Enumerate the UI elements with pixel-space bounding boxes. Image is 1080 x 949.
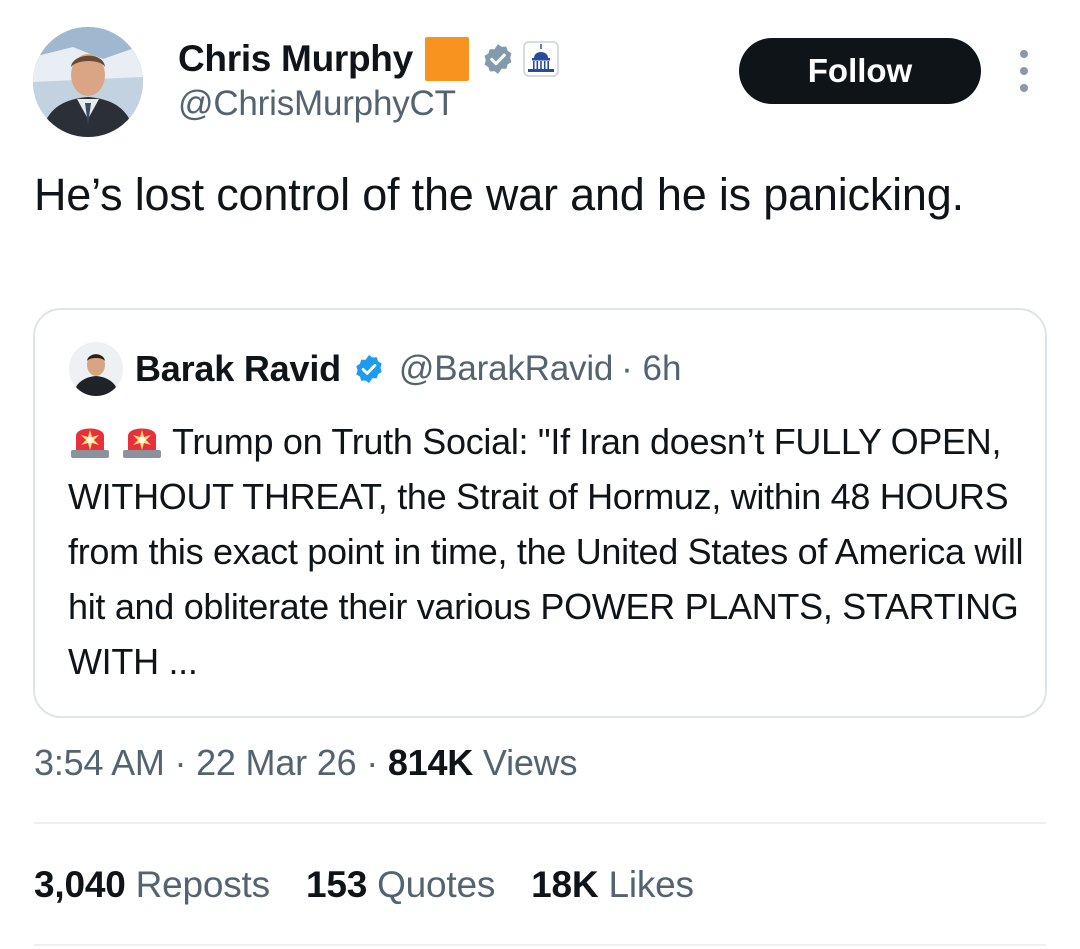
quotes-count: 153: [305, 864, 368, 905]
quoted-tweet-card[interactable]: Barak Ravid @BarakRavid · 6h Trump on Tr…: [33, 308, 1047, 718]
capitol-building-icon: [523, 41, 559, 77]
likes-label: Likes: [608, 864, 694, 905]
reposts-label: Reposts: [135, 864, 271, 905]
quoted-author-avatar[interactable]: [69, 342, 123, 396]
author-display-name[interactable]: Chris Murphy: [178, 38, 413, 80]
meta-separator: ·: [366, 742, 379, 783]
engagement-stats: 3,040 Reposts 153 Quotes 18K Likes: [34, 864, 730, 906]
tweet-date[interactable]: 22 Mar 26: [196, 742, 356, 783]
quoted-author-name[interactable]: Barak Ravid: [135, 348, 341, 390]
follow-button[interactable]: Follow: [739, 38, 981, 104]
siren-icon: [123, 428, 161, 458]
quotes-stat[interactable]: 153 Quotes: [306, 864, 495, 906]
quoted-tweet-text: Trump on Truth Social: "If Iran doesn’t …: [68, 421, 1024, 682]
author-name-row: Chris Murphy: [178, 36, 559, 82]
divider: [34, 822, 1046, 824]
likes-count: 18K: [531, 864, 599, 905]
tweet-time[interactable]: 3:54 AM: [34, 742, 165, 783]
divider: [34, 944, 1046, 946]
author-handle[interactable]: @ChrisMurphyCT: [178, 84, 456, 124]
author-avatar[interactable]: [33, 27, 143, 137]
verified-badge-icon: [484, 44, 512, 74]
tweet-meta-row: 3:54 AM · 22 Mar 26 · 814K Views: [34, 742, 577, 784]
more-options-icon[interactable]: [1012, 50, 1036, 92]
quoted-tweet-header: Barak Ravid @BarakRavid · 6h: [135, 343, 681, 395]
quoted-author-handle[interactable]: @BarakRavid: [399, 349, 613, 389]
quoted-tweet-time: · 6h: [621, 349, 682, 388]
meta-separator: ·: [174, 742, 187, 783]
orange-square-label-icon: [424, 37, 469, 81]
siren-icon: [71, 428, 109, 458]
tweet-text: He’s lost control of the war and he is p…: [34, 169, 964, 220]
views-count: 814K: [387, 742, 474, 783]
reposts-stat[interactable]: 3,040 Reposts: [34, 864, 270, 906]
views-label: Views: [482, 742, 578, 783]
quoted-tweet-text-block: Trump on Truth Social: "If Iran doesn’t …: [68, 414, 1028, 689]
reposts-count: 3,040: [34, 864, 126, 905]
likes-stat[interactable]: 18K Likes: [531, 864, 694, 906]
quotes-label: Quotes: [377, 864, 496, 905]
verified-badge-icon: [356, 355, 382, 383]
